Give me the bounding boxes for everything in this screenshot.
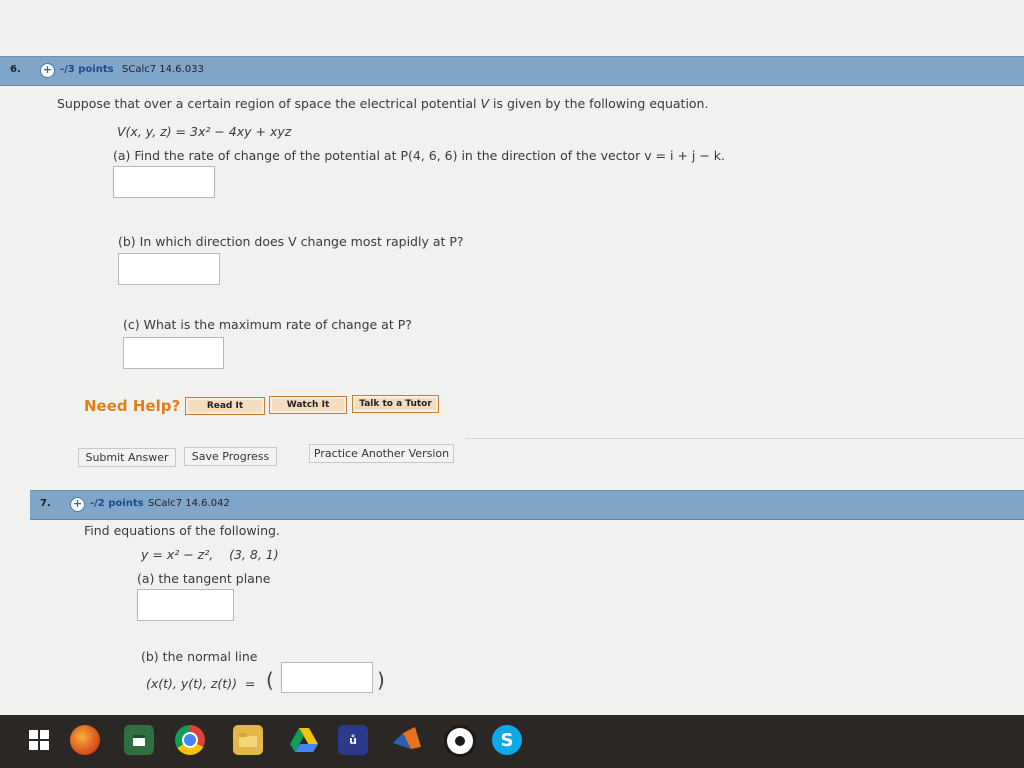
media-app-icon[interactable]: ů bbox=[338, 725, 368, 755]
firefox-icon[interactable] bbox=[70, 725, 100, 755]
surface-equation: y = x² − z², (3, 8, 1) bbox=[141, 547, 279, 562]
tangent-plane-prompt: (a) the tangent plane bbox=[137, 571, 271, 586]
question-7-header: 7. + -/2 points SCalc7 14.6.042 bbox=[30, 490, 1024, 520]
save-progress-button[interactable]: Save Progress bbox=[184, 447, 277, 466]
need-help-label: Need Help? bbox=[84, 397, 181, 415]
question-number: 7. bbox=[40, 498, 51, 509]
skype-icon[interactable]: S bbox=[492, 725, 522, 755]
problem-code: SCalc7 14.6.033 bbox=[122, 64, 204, 75]
practice-another-version-button[interactable]: Practice Another Version bbox=[309, 444, 454, 463]
open-paren: ( bbox=[266, 668, 274, 692]
part-b-answer-field[interactable] bbox=[118, 253, 220, 285]
tangent-plane-answer-field[interactable] bbox=[137, 589, 234, 621]
points-label: -/2 points bbox=[90, 498, 144, 509]
normal-line-answer-field[interactable] bbox=[281, 662, 373, 693]
google-drive-icon[interactable] bbox=[289, 725, 319, 755]
part-a-answer-field[interactable] bbox=[113, 166, 215, 198]
points-label: -/3 points bbox=[60, 64, 114, 75]
calendar-app-icon[interactable] bbox=[124, 725, 154, 755]
part-b-prompt: (b) In which direction does V change mos… bbox=[118, 234, 464, 249]
watch-it-button[interactable]: Watch It bbox=[269, 396, 347, 414]
browser-top-area bbox=[0, 0, 1024, 51]
submit-answer-button[interactable]: Submit Answer bbox=[78, 448, 176, 467]
expand-plus-icon[interactable]: + bbox=[40, 63, 55, 78]
divider-line bbox=[465, 438, 1024, 439]
steam-icon[interactable] bbox=[444, 725, 476, 757]
windows-start-icon[interactable] bbox=[24, 725, 54, 755]
potential-equation: V(x, y, z) = 3x² − 4xy + xyz bbox=[117, 124, 292, 139]
part-c-prompt: (c) What is the maximum rate of change a… bbox=[123, 317, 412, 332]
problem-code: SCalc7 14.6.042 bbox=[148, 498, 230, 509]
read-it-button[interactable]: Read It bbox=[185, 397, 265, 415]
matlab-icon[interactable] bbox=[392, 725, 422, 755]
close-paren: ) bbox=[377, 668, 385, 692]
question-6-intro: Suppose that over a certain region of sp… bbox=[57, 96, 709, 111]
question-6-header: 6. + -/3 points SCalc7 14.6.033 bbox=[0, 56, 1024, 86]
part-c-answer-field[interactable] bbox=[123, 337, 224, 369]
file-explorer-icon[interactable] bbox=[233, 725, 263, 755]
normal-line-prompt: (b) the normal line bbox=[141, 649, 258, 664]
question-7-intro: Find equations of the following. bbox=[84, 523, 280, 538]
part-a-prompt: (a) Find the rate of change of the poten… bbox=[113, 148, 726, 163]
chrome-icon[interactable] bbox=[175, 725, 205, 755]
parametric-label: (x(t), y(t), z(t)) = bbox=[146, 676, 256, 691]
talk-to-tutor-button[interactable]: Talk to a Tutor bbox=[352, 395, 439, 413]
expand-plus-icon[interactable]: + bbox=[70, 497, 85, 512]
question-number: 6. bbox=[10, 64, 21, 75]
windows-taskbar: ů S bbox=[0, 715, 1024, 768]
